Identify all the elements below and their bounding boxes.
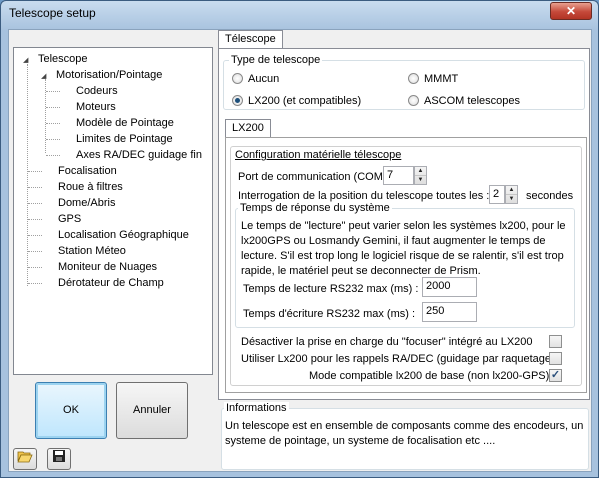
- radio-mmmt-label: MMMT: [424, 73, 459, 85]
- port-label: Port de communication (COM) :: [238, 171, 393, 183]
- tree-line: [46, 139, 60, 140]
- radio-aucun-circle: [232, 73, 243, 84]
- close-icon: ✕: [565, 4, 577, 18]
- config-title: Configuration matérielle télescope: [235, 149, 402, 161]
- info-title: Informations: [224, 402, 289, 414]
- tree-item-roue[interactable]: Roue à filtres: [58, 181, 123, 193]
- tree-item-localisation[interactable]: Localisation Géographique: [58, 229, 189, 241]
- settings-tree: ◢ Telescope ◢ Motorisation/Pointage Code…: [13, 47, 213, 375]
- dialog-body: ◢ Telescope ◢ Motorisation/Pointage Code…: [8, 29, 592, 472]
- collapse-icon[interactable]: ◢: [41, 72, 46, 80]
- radio-ascom[interactable]: ASCOM telescopes: [408, 95, 520, 107]
- radio-lx200-circle: [232, 95, 243, 106]
- radio-mmmt[interactable]: MMMT: [408, 73, 458, 85]
- info-text: Un telescope est en ensemble de composan…: [225, 420, 584, 447]
- tree-line: [28, 171, 42, 172]
- tree-item-gps[interactable]: GPS: [58, 213, 81, 225]
- radio-aucun[interactable]: Aucun: [232, 73, 279, 85]
- port-spinner[interactable]: ▲ ▼: [414, 166, 427, 185]
- tree-item-limites[interactable]: Limites de Pointage: [76, 133, 173, 145]
- radio-lx200[interactable]: LX200 (et compatibles): [232, 95, 361, 107]
- tree-item-dome[interactable]: Dome/Abris: [58, 197, 115, 209]
- radio-lx200-label: LX200 (et compatibles): [248, 95, 362, 107]
- tab-telescope[interactable]: Télescope: [218, 30, 283, 48]
- tree-line: [28, 235, 42, 236]
- tree-line: [46, 123, 60, 124]
- interro-input[interactable]: 2: [489, 185, 505, 204]
- collapse-icon[interactable]: ◢: [23, 56, 28, 64]
- open-folder-button[interactable]: [13, 448, 37, 470]
- tree-line: [46, 107, 60, 108]
- tree-item-modele[interactable]: Modèle de Pointage: [76, 117, 174, 129]
- spin-up-icon[interactable]: ▲: [415, 167, 426, 176]
- radio-mmmt-circle: [408, 73, 419, 84]
- radio-aucun-label: Aucun: [248, 73, 280, 85]
- radio-ascom-circle: [408, 95, 419, 106]
- tree-item-codeurs[interactable]: Codeurs: [76, 85, 118, 97]
- response-text: Le temps de "lecture" peut varier selon …: [241, 220, 566, 277]
- close-button[interactable]: ✕: [550, 2, 592, 20]
- save-button[interactable]: [47, 448, 71, 470]
- interro-spinner[interactable]: ▲ ▼: [505, 185, 518, 204]
- telescope-tab-panel: Type de telescope Aucun MMMT LX200 (et c…: [218, 48, 590, 400]
- tree-line: [46, 155, 60, 156]
- tree-line: [28, 203, 42, 204]
- tree-item-moniteur[interactable]: Moniteur de Nuages: [58, 261, 157, 273]
- tree-item-telescope[interactable]: Telescope: [38, 53, 88, 65]
- option-focuser-label: Désactiver la prise en charge du "focuse…: [241, 336, 533, 348]
- radio-ascom-label: ASCOM telescopes: [424, 95, 520, 107]
- spin-up-icon[interactable]: ▲: [506, 186, 517, 195]
- option-guidage-label: Utiliser Lx200 pour les rappels RA/DEC (…: [241, 353, 555, 365]
- tree-item-axes[interactable]: Axes RA/DEC guidage fin: [76, 149, 202, 161]
- tree-line: [46, 91, 60, 92]
- type-title: Type de telescope: [229, 54, 323, 66]
- interro-label: Interrogation de la position du telescop…: [238, 190, 490, 202]
- option-compat-checkbox[interactable]: ✓: [549, 369, 562, 382]
- tree-item-moteurs[interactable]: Moteurs: [76, 101, 116, 113]
- spin-down-icon[interactable]: ▼: [415, 176, 426, 185]
- lx200-tab-panel: Configuration matérielle télescope Port …: [225, 137, 587, 393]
- write-time-input[interactable]: 250: [422, 302, 477, 322]
- write-label: Temps d'écriture RS232 max (ms) :: [243, 308, 416, 320]
- tree-item-motorisation[interactable]: Motorisation/Pointage: [56, 69, 162, 81]
- interro-unit: secondes: [526, 190, 574, 202]
- window-title: Telescope setup: [9, 6, 96, 20]
- port-input[interactable]: 7: [383, 166, 414, 185]
- tree-item-derotateur[interactable]: Dérotateur de Champ: [58, 277, 164, 289]
- tree-line: [28, 267, 42, 268]
- ok-button[interactable]: OK: [35, 382, 107, 439]
- save-icon: [52, 450, 66, 466]
- tree-line: [28, 187, 42, 188]
- check-icon: ✓: [550, 369, 561, 381]
- spin-down-icon[interactable]: ▼: [506, 195, 517, 204]
- option-compat-label: Mode compatible lx200 de base (non lx200…: [309, 370, 550, 382]
- tree-item-focalisation[interactable]: Focalisation: [58, 165, 117, 177]
- open-folder-icon: [17, 451, 33, 466]
- cancel-button[interactable]: Annuler: [116, 382, 188, 439]
- tree-line: [28, 219, 42, 220]
- option-focuser-checkbox[interactable]: [549, 335, 562, 348]
- tree-line: [28, 251, 42, 252]
- read-label: Temps de lecture RS232 max (ms) :: [243, 283, 419, 295]
- option-guidage-checkbox[interactable]: [549, 352, 562, 365]
- read-time-input[interactable]: 2000: [422, 277, 477, 297]
- tree-line: [27, 64, 28, 286]
- tree-line: [28, 283, 42, 284]
- title-bar: Telescope setup ✕: [1, 1, 598, 25]
- response-title: Temps de réponse du système: [238, 202, 392, 214]
- tab-lx200[interactable]: LX200: [225, 119, 271, 137]
- tree-item-station[interactable]: Station Méteo: [58, 245, 126, 257]
- telescope-setup-window: Telescope setup ✕ ◢ Telescope ◢ Motorisa…: [0, 0, 599, 478]
